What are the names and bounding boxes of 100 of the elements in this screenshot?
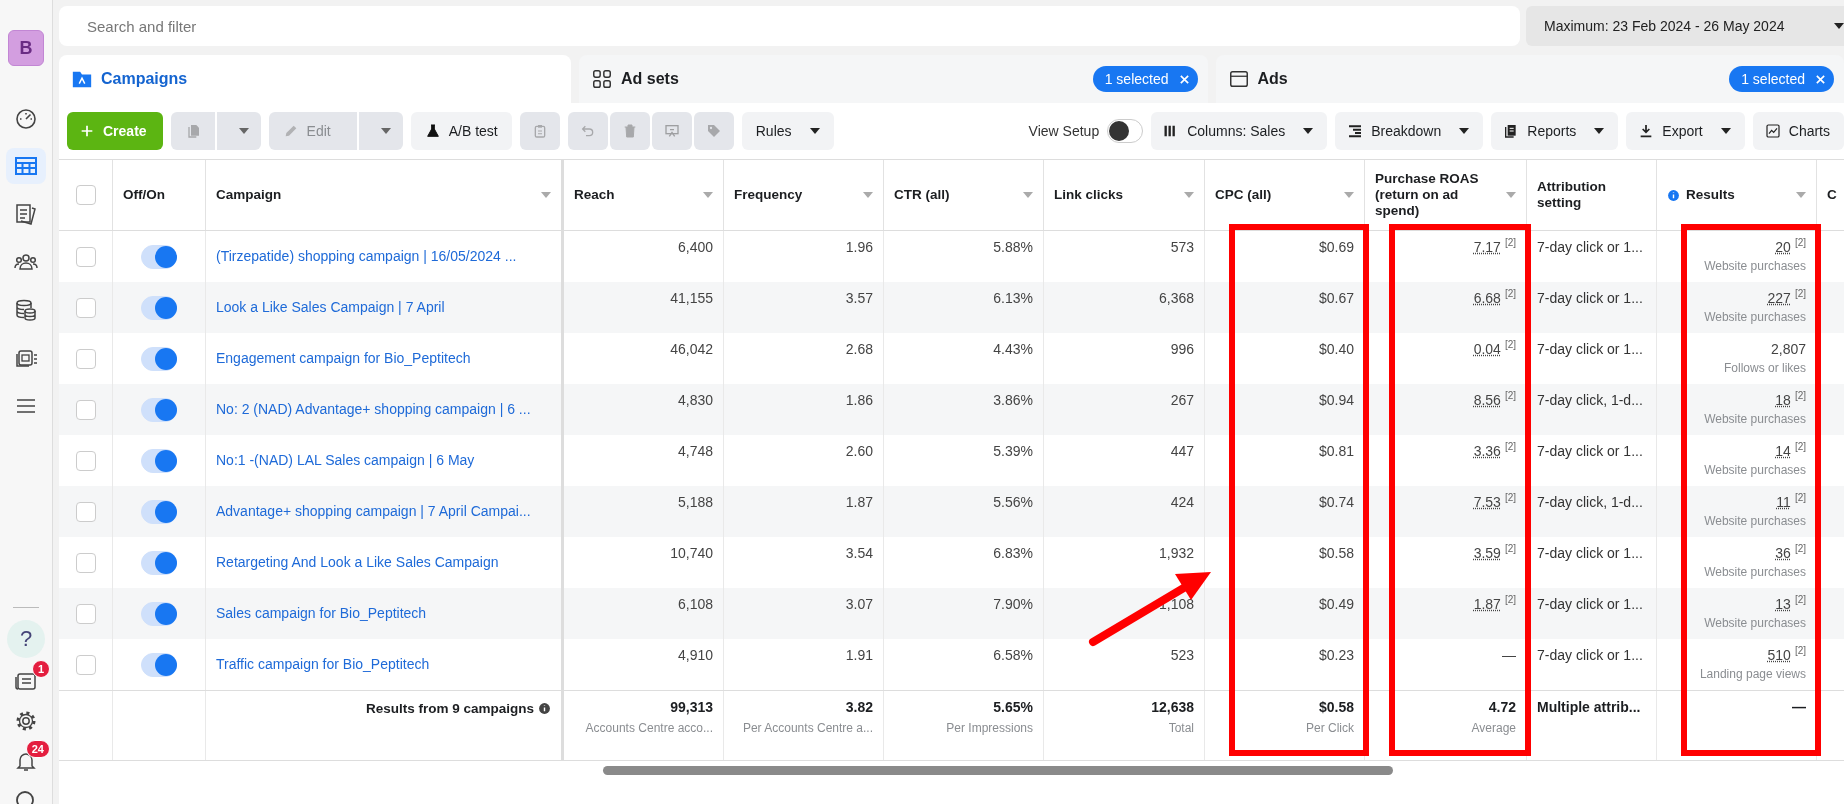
campaign-toggle[interactable] <box>141 550 177 575</box>
close-icon[interactable] <box>1178 73 1190 85</box>
footnote-ref[interactable]: [2] <box>1794 492 1806 510</box>
sort-icon[interactable] <box>541 192 551 198</box>
column-header[interactable]: Campaign <box>216 187 282 203</box>
scrollbar[interactable] <box>603 766 1393 775</box>
row-checkbox[interactable] <box>75 297 96 318</box>
campaign-toggle[interactable] <box>141 652 177 677</box>
footnote-ref[interactable]: [2] <box>1504 492 1516 503</box>
row-checkbox[interactable] <box>75 654 96 675</box>
footnote-ref[interactable]: [2] <box>1504 288 1516 299</box>
select-all-checkbox[interactable] <box>75 185 96 205</box>
dropdown-button[interactable] <box>216 112 261 150</box>
campaign-toggle[interactable] <box>141 601 177 626</box>
row-checkbox[interactable] <box>75 552 96 573</box>
campaign-link[interactable]: Advantage+ shopping campaign | 7 April Campai... <box>216 503 531 519</box>
column-header[interactable]: Purchase ROAS (return on ad spend) <box>1375 171 1502 219</box>
campaign-link[interactable]: Sales campaign for Bio_Peptitech <box>216 605 427 621</box>
tab[interactable]: Campaigns <box>59 55 571 103</box>
campaign-toggle[interactable] <box>141 397 177 422</box>
account-avatar[interactable]: B <box>8 30 44 66</box>
table-cell: — <box>1502 647 1516 663</box>
footnote-ref[interactable]: [2] <box>1794 645 1806 663</box>
footnote-ref[interactable]: [2] <box>1794 441 1806 459</box>
selection-badge[interactable]: 1 selected <box>1092 66 1198 92</box>
column-header[interactable]: Attribution setting <box>1537 179 1646 211</box>
summary-note: Per Click <box>1306 721 1354 735</box>
sort-icon[interactable] <box>1023 192 1033 198</box>
table-cell: 41,155 <box>670 290 713 306</box>
table-cell: $0.74 <box>1318 494 1354 510</box>
ab-test-button[interactable]: A/B test <box>410 112 512 150</box>
footnote-ref[interactable]: [2] <box>1504 339 1516 350</box>
column-header[interactable]: Off/On <box>123 187 165 203</box>
column-header[interactable]: CPC (all) <box>1215 187 1272 203</box>
row-checkbox[interactable] <box>75 348 96 369</box>
campaign-toggle[interactable] <box>141 499 177 524</box>
footnote-ref[interactable]: [2] <box>1504 441 1516 452</box>
columns-dropdown[interactable]: Columns: Sales <box>1151 112 1328 150</box>
view-setup-toggle[interactable] <box>1107 119 1144 143</box>
footnote-ref[interactable]: [2] <box>1504 237 1516 248</box>
campaign-link[interactable]: Retargeting And Look a Like Sales Campaign <box>216 554 499 570</box>
rules-dropdown[interactable]: Rules <box>741 112 834 150</box>
close-icon[interactable] <box>1815 73 1826 85</box>
footnote-ref[interactable]: [2] <box>1504 390 1516 401</box>
tab[interactable]: Ads 1 selected <box>1215 55 1844 103</box>
column-header[interactable]: Frequency <box>734 187 803 203</box>
footnote-ref[interactable]: [2] <box>1504 543 1516 554</box>
row-checkbox[interactable] <box>75 501 96 522</box>
campaign-link[interactable]: (Tirzepatide) shopping campaign | 16/05/2024 ... <box>216 248 517 264</box>
footnote-ref[interactable]: [2] <box>1504 594 1516 605</box>
footnote-ref[interactable]: [2] <box>1794 390 1806 408</box>
column-header[interactable]: CTR (all) <box>894 187 950 203</box>
row-checkbox[interactable] <box>75 450 96 471</box>
result-value: 36 <box>1775 545 1791 561</box>
campaign-toggle[interactable] <box>141 448 177 473</box>
sort-icon[interactable] <box>1506 192 1516 198</box>
column-header[interactable]: Link clicks <box>1054 187 1124 203</box>
row-checkbox[interactable] <box>75 399 96 420</box>
footnote-ref[interactable]: [2] <box>1794 594 1806 612</box>
table-cell: 1.87 <box>845 494 873 510</box>
sidebar-item[interactable] <box>6 148 46 184</box>
campaign-link[interactable]: Engagement campaign for Bio_Peptitech <box>216 350 471 366</box>
reports-dropdown[interactable]: Reports <box>1491 112 1619 150</box>
row-checkbox[interactable] <box>75 603 96 624</box>
settings-icon[interactable] <box>14 709 38 733</box>
campaign-link[interactable]: No: 2 (NAD) Advantage+ shopping campaign | 6 ... <box>216 401 531 417</box>
campaign-toggle[interactable] <box>141 346 177 371</box>
sort-icon[interactable] <box>1796 192 1806 198</box>
info-icon[interactable] <box>1667 188 1680 202</box>
table-cell: 7-day click or 1... <box>1537 647 1643 663</box>
column-header[interactable]: C <box>1827 187 1837 203</box>
campaign-toggle[interactable] <box>141 295 177 320</box>
sort-icon[interactable] <box>1344 192 1354 198</box>
result-type: Website purchases <box>1704 412 1806 426</box>
campaign-link[interactable]: Traffic campaign for Bio_Peptitech <box>216 656 430 672</box>
sort-icon[interactable] <box>703 192 713 198</box>
footnote-ref[interactable]: [2] <box>1794 543 1806 561</box>
campaign-link[interactable]: No:1 -(NAD) LAL Sales campaign | 6 May <box>216 452 475 468</box>
row-checkbox[interactable] <box>75 246 96 267</box>
dropdown-button[interactable] <box>358 112 403 150</box>
search-field[interactable]: Search and filter <box>59 6 1520 46</box>
table-cell: 5.88% <box>993 239 1033 255</box>
campaign-toggle[interactable] <box>141 244 177 269</box>
sort-icon[interactable] <box>1184 192 1194 198</box>
footnote-ref[interactable]: [2] <box>1794 288 1806 306</box>
tab[interactable]: Ad sets 1 selected <box>579 55 1208 103</box>
table-cell: 46,042 <box>670 341 713 357</box>
footnote-ref[interactable]: [2] <box>1794 237 1806 255</box>
info-icon[interactable] <box>538 702 551 715</box>
breakdown-dropdown[interactable]: Breakdown <box>1335 112 1484 150</box>
column-header[interactable]: Reach <box>574 187 615 203</box>
campaign-link[interactable]: Look a Like Sales Campaign | 7 April <box>216 299 445 315</box>
column-header[interactable]: Results <box>1667 187 1735 203</box>
sort-icon[interactable] <box>863 192 873 198</box>
help-button[interactable]: ? <box>7 620 45 658</box>
selection-badge[interactable]: 1 selected <box>1729 66 1834 92</box>
charts-button[interactable]: Charts <box>1752 112 1844 150</box>
export-dropdown[interactable]: Export <box>1626 112 1745 150</box>
summary-value: $0.58 <box>1318 699 1354 715</box>
date-range-dropdown[interactable]: Maximum: 23 Feb 2024 - 26 May 2024 <box>1526 6 1844 46</box>
